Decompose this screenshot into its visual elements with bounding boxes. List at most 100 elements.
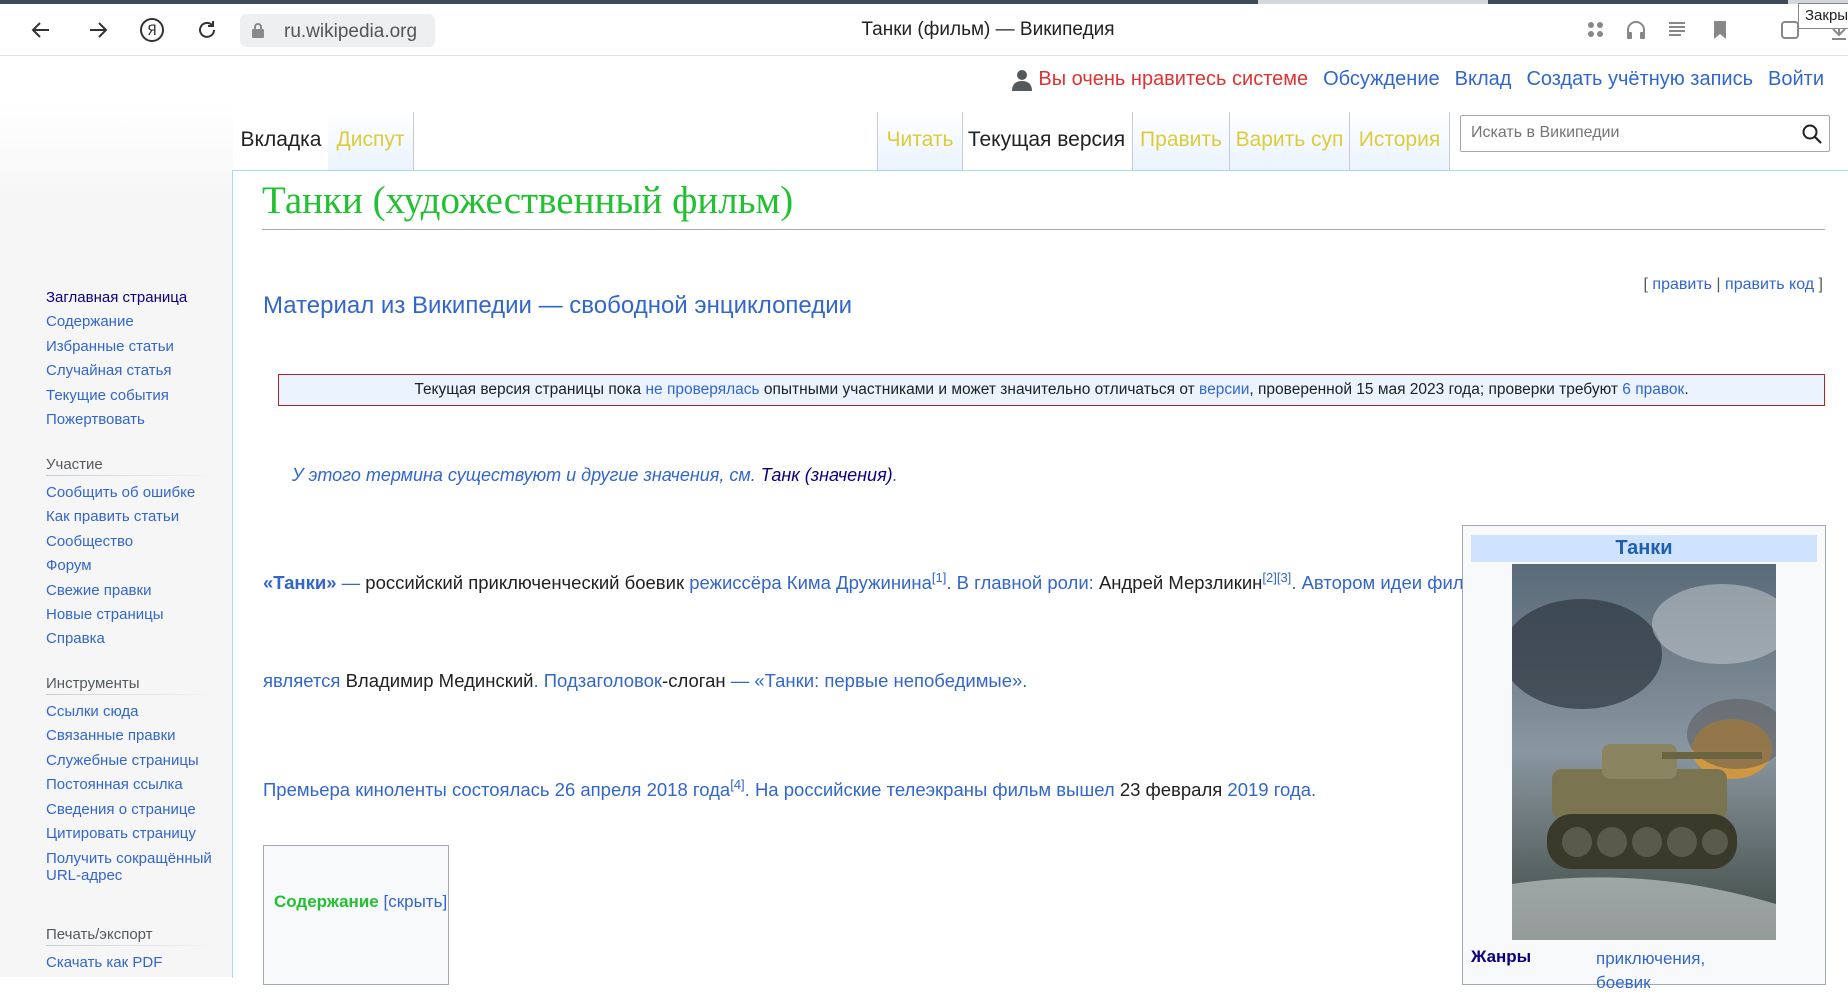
ref-4[interactable]: [4] [730,777,744,792]
sidebar-item-cite[interactable]: Цитировать страницу [46,822,216,846]
tab-article[interactable]: Вкладка [238,112,324,170]
sidebar-item-forum[interactable]: Форум [46,554,216,578]
date-link[interactable]: 23 февраля [1120,779,1222,800]
reader-mode-button[interactable] [1665,18,1689,42]
sidebar-item-recent-changes[interactable]: Свежие правки [46,579,216,603]
tab-cook-soup[interactable]: Варить суп [1230,112,1350,170]
movie-poster-image[interactable] [1512,564,1776,940]
contributions-link[interactable]: Вклад [1455,68,1512,91]
talk-link[interactable]: Обсуждение [1323,68,1440,91]
sidebar-heading-print: Печать/экспорт [46,926,216,946]
genre-link[interactable]: приключения, [1596,947,1705,971]
user-icon [1012,69,1033,91]
bookmark-icon [1714,21,1726,39]
sidebar-item-main-page[interactable]: Заглавная страница [46,286,216,310]
tab-read[interactable]: Читать [877,112,963,170]
tooltip: Закры [1798,3,1848,29]
text: — «Танки: первые непобедимые». [725,670,1028,691]
sidebar-item-contents[interactable]: Содержание [46,310,216,334]
sidebar-item-report-error[interactable]: Сообщить об ошибке [46,481,216,505]
search-icon[interactable] [1801,123,1823,145]
notice-version-link[interactable]: версии [1199,381,1249,398]
paragraph-3: Премьера киноленты состоялась 26 апреля … [263,777,1316,801]
user-status[interactable]: Вы очень нравитесь системе [1012,68,1308,91]
actor-link[interactable]: Андрей Мерзликин [1099,572,1262,593]
sidebar-item-current-events[interactable]: Текущие события [46,384,216,408]
edit-separator: | [1711,276,1726,293]
hatnote-disambig-link[interactable]: Танк (значения) [761,465,893,485]
notice-text: Текущая версия страницы пока [414,381,646,398]
sidebar-navigation: Заглавная страница Содержание Избранные … [46,286,216,432]
sidebar-item-donate[interactable]: Пожертвовать [46,408,216,432]
page-title: Танки (художественный фильм) [262,179,794,222]
audio-button[interactable] [1624,18,1648,42]
notice-text: , проверенной 15 мая 2023 года; проверки… [1249,381,1623,398]
sidebar-item-related-changes[interactable]: Связанные правки [46,724,216,748]
subtitle-link[interactable]: . Подзаголовок [533,670,662,691]
sidebar-item-random[interactable]: Случайная статья [46,359,216,383]
apps-grid-icon [1588,22,1603,37]
sidebar-heading-participation: Участие [46,456,216,476]
toc-heading: Содержание [скрыть] [274,892,447,912]
sidebar-item-help[interactable]: Справка [46,627,216,651]
infobox-genre-value: приключения, боевик [1596,947,1705,995]
notice-text: . [1684,381,1689,398]
ref-2-3[interactable]: [2][3] [1262,570,1291,585]
notice-text: опытными участниками и может значительно… [759,381,1200,398]
sidebar-item-page-info[interactable]: Сведения о странице [46,798,216,822]
article-subject: «Танки» [263,572,337,593]
headphones-icon [1627,21,1645,39]
flagged-revision-notice: Текущая версия страницы пока не проверял… [278,374,1825,406]
tab-history[interactable]: История [1350,112,1450,170]
hatnote-text: У этого термина существуют и другие знач… [292,465,761,485]
sidebar-item-how-to-edit[interactable]: Как править статьи [46,505,216,529]
tab-current-version[interactable]: Текущая версия [963,112,1130,170]
notice-unchecked-link[interactable]: не проверялась [645,381,759,398]
login-link[interactable]: Войти [1768,68,1824,91]
user-status-text: Вы очень нравитесь системе [1038,68,1309,90]
create-account-link[interactable]: Создать учётную запись [1526,68,1753,91]
text: . На российские телеэкраны фильм вышел [744,779,1120,800]
edit-link[interactable]: править [1652,276,1712,293]
sidebar-heading-tools: Инструменты [46,675,216,695]
sidebar-item-community[interactable]: Сообщество [46,530,216,554]
medinsky-link[interactable]: Владимир Мединский [346,670,534,691]
hatnote-text: . [892,465,898,485]
text: — [336,572,366,593]
browser-toolbar: Я ru.wikipedia.org Танки (фильм) — Викип… [0,4,1848,56]
edit-bracket-close: ] [1814,276,1823,293]
search-box[interactable] [1460,115,1830,152]
tab-edit[interactable]: Править [1132,112,1230,170]
sidebar-print: Печать/экспорт Скачать как PDF [46,926,216,975]
director-link[interactable]: режиссёра Кима Дружинина [689,572,932,593]
year-link[interactable]: 2019 года. [1222,779,1316,800]
sidebar-item-short-url[interactable]: Получить сокращённый URL-адрес [46,846,216,888]
sidebar-item-new-pages[interactable]: Новые страницы [46,603,216,627]
tab-talk[interactable]: Диспут [328,112,414,170]
toc-toggle[interactable]: [скрыть] [383,892,447,911]
notice-pending-link[interactable]: 6 правок [1622,381,1684,398]
tagline: Материал из Википедии — свободной энцикл… [263,292,853,319]
genre-link[interactable]: боевик [1596,971,1705,995]
sidebar-participation: Участие Сообщить об ошибке Как править с… [46,456,216,652]
sidebar-item-what-links-here[interactable]: Ссылки сюда [46,700,216,724]
sidebar-tools: Инструменты Ссылки сюда Связанные правки… [46,675,216,888]
search-input[interactable] [1469,123,1803,143]
edit-source-link[interactable]: править код [1725,276,1814,293]
personal-tools: Вы очень нравитесь системе Обсуждение Вк… [1012,68,1824,91]
paragraph-1: «Танки» — российский приключенческий бое… [263,570,1496,594]
sidebar-item-special-pages[interactable]: Служебные страницы [46,749,216,773]
infobox-genre-label: Жанры [1471,947,1532,966]
text: российский приключенческий боевик [365,572,690,593]
reader-icon [1669,22,1685,36]
sidebar-item-permanent-link[interactable]: Постоянная ссылка [46,773,216,797]
toc-title: Содержание [274,892,379,911]
ref-1[interactable]: [1] [932,570,946,585]
apps-button[interactable] [1584,18,1608,42]
text: является [263,670,346,691]
sidebar-item-download-pdf[interactable]: Скачать как PDF [46,951,216,975]
tab-title: Танки (фильм) — Википедия [861,19,1115,40]
section-edit-links: [ править | править код ] [1644,276,1823,294]
bookmark-button[interactable] [1708,18,1732,42]
sidebar-item-featured[interactable]: Избранные статьи [46,335,216,359]
